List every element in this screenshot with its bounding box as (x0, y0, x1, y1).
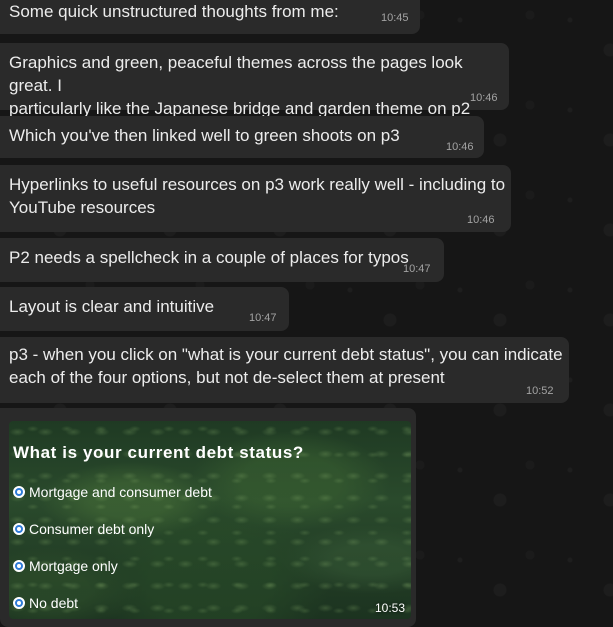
message-bubble[interactable]: P2 needs a spellcheck in a couple of pla… (0, 238, 444, 282)
screenshot-option: Mortgage only (13, 557, 118, 575)
radio-selected-icon (13, 597, 25, 609)
message-bubble[interactable]: Graphics and green, peaceful themes acro… (0, 43, 509, 118)
screenshot-question: What is your current debt status? (13, 443, 304, 462)
message-bubble[interactable]: Which you've then linked well to green s… (0, 116, 484, 158)
screenshot-option: No debt (13, 594, 78, 612)
option-label: No debt (29, 595, 79, 611)
screenshot-option: Consumer debt only (13, 520, 154, 538)
message-text: p3 - when you click on "what is your cur… (9, 345, 563, 387)
message-bubble[interactable]: p3 - when you click on "what is your cur… (0, 337, 569, 403)
option-label: Mortgage only (29, 558, 118, 574)
chat-window: Some quick unstructured thoughts from me… (0, 0, 613, 627)
message-bubble[interactable]: Hyperlinks to useful resources on p3 wor… (0, 165, 511, 232)
message-time: 10:46 (467, 214, 495, 226)
message-text: Hyperlinks to useful resources on p3 wor… (9, 175, 506, 217)
message-time: 10:45 (381, 12, 409, 24)
radio-selected-icon (13, 560, 25, 572)
message-time: 10:53 (374, 601, 405, 615)
radio-selected-icon (13, 486, 25, 498)
screenshot-image[interactable]: What is your current debt status? Mortga… (9, 421, 411, 619)
message-time: 10:47 (249, 312, 277, 324)
message-time: 10:47 (403, 263, 431, 275)
message-time: 10:46 (470, 92, 498, 104)
message-text: Which you've then linked well to green s… (9, 126, 400, 145)
message-text: P2 needs a spellcheck in a couple of pla… (9, 248, 409, 267)
screenshot-option: Mortgage and consumer debt (13, 483, 212, 501)
radio-selected-icon (13, 523, 25, 535)
option-label: Consumer debt only (29, 521, 155, 537)
message-text: Some quick unstructured thoughts from me… (9, 2, 339, 21)
message-bubble[interactable]: Some quick unstructured thoughts from me… (0, 0, 420, 34)
message-text: Layout is clear and intuitive (9, 297, 215, 316)
message-bubble[interactable]: Layout is clear and intuitive 10:47 (0, 287, 289, 331)
message-text: Graphics and green, peaceful themes acro… (9, 53, 471, 118)
message-time: 10:46 (446, 141, 474, 153)
option-label: Mortgage and consumer debt (29, 484, 212, 500)
image-message-bubble[interactable]: What is your current debt status? Mortga… (0, 408, 416, 627)
message-time: 10:52 (526, 385, 554, 397)
